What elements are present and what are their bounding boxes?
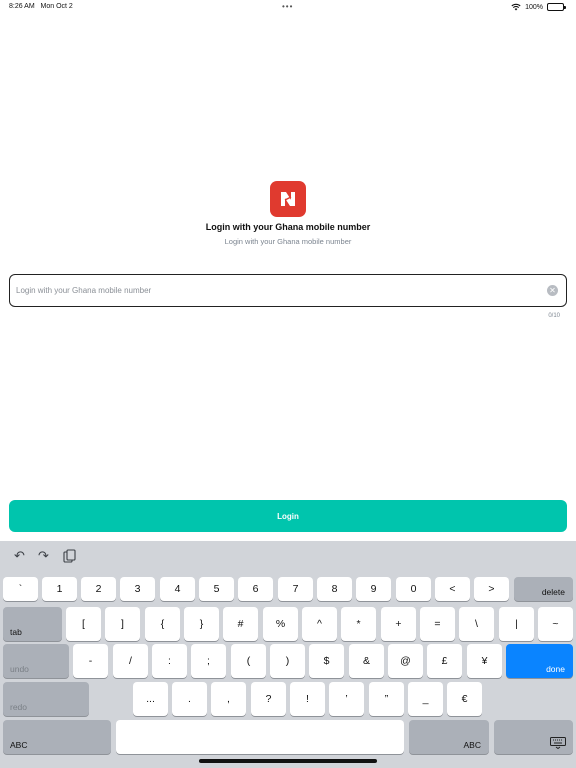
delete-key[interactable]: delete <box>514 577 573 601</box>
key-ampersand[interactable]: & <box>349 644 384 678</box>
key-0[interactable]: 0 <box>396 577 431 601</box>
multitasking-dots[interactable]: ••• <box>282 2 293 11</box>
key-3[interactable]: 3 <box>120 577 155 601</box>
battery-icon <box>547 3 566 11</box>
space-bar[interactable] <box>116 720 404 754</box>
status-bar: 8:26 AM Mon Oct 2 ••• 100% <box>0 0 576 16</box>
key-exclamation[interactable]: ! <box>290 682 325 716</box>
status-date: Mon Oct 2 <box>40 3 73 10</box>
key-hash[interactable]: # <box>223 607 258 641</box>
character-counter: 0/10 <box>548 313 560 319</box>
app-logo <box>270 181 306 217</box>
wifi-icon <box>511 3 521 11</box>
key-question[interactable]: ? <box>251 682 286 716</box>
key-caret[interactable]: ^ <box>302 607 337 641</box>
undo-key[interactable]: undo <box>3 644 69 678</box>
key-asterisk[interactable]: * <box>341 607 376 641</box>
key-colon[interactable]: : <box>152 644 187 678</box>
key-plus[interactable]: + <box>381 607 416 641</box>
key-backslash[interactable]: \ <box>459 607 494 641</box>
key-minus[interactable]: - <box>73 644 108 678</box>
key-6[interactable]: 6 <box>238 577 273 601</box>
key-period[interactable]: . <box>172 682 207 716</box>
abc-key-left[interactable]: ABC <box>3 720 111 754</box>
key-ellipsis[interactable]: ... <box>133 682 168 716</box>
key-tilde[interactable]: ~ <box>538 607 573 641</box>
hide-keyboard-key[interactable] <box>494 720 573 754</box>
phone-number-field[interactable]: ✕ <box>9 274 567 307</box>
status-right: 100% <box>511 3 566 11</box>
key-right-paren[interactable]: ) <box>270 644 305 678</box>
tab-key[interactable]: tab <box>3 607 62 641</box>
key-yen[interactable]: ¥ <box>467 644 502 678</box>
key-euro[interactable]: € <box>447 682 482 716</box>
undo-icon[interactable]: ↶ <box>14 548 25 564</box>
key-pound[interactable]: £ <box>427 644 462 678</box>
key-underscore[interactable]: _ <box>408 682 443 716</box>
login-title: Login with your Ghana mobile number <box>205 222 371 232</box>
key-9[interactable]: 9 <box>356 577 391 601</box>
logo-icon <box>281 192 295 206</box>
done-key[interactable]: done <box>506 644 573 678</box>
phone-number-input[interactable] <box>16 275 536 306</box>
redo-icon[interactable]: ↷ <box>38 548 49 564</box>
key-quote[interactable]: ” <box>369 682 404 716</box>
clipboard-icon[interactable] <box>63 549 76 563</box>
key-at[interactable]: @ <box>388 644 423 678</box>
key-2[interactable]: 2 <box>81 577 116 601</box>
key-slash[interactable]: / <box>113 644 148 678</box>
key-less-than[interactable]: < <box>435 577 470 601</box>
home-indicator[interactable] <box>199 759 377 763</box>
key-dollar[interactable]: $ <box>309 644 344 678</box>
keyboard-toolbar: ↶ ↷ <box>0 541 576 571</box>
key-backtick[interactable]: ` <box>3 577 38 601</box>
key-comma[interactable]: , <box>211 682 246 716</box>
key-5[interactable]: 5 <box>199 577 234 601</box>
status-time: 8:26 AM Mon Oct 2 <box>9 3 73 10</box>
key-left-paren[interactable]: ( <box>231 644 266 678</box>
key-8[interactable]: 8 <box>317 577 352 601</box>
key-left-brace[interactable]: { <box>145 607 180 641</box>
clear-input-icon[interactable]: ✕ <box>547 285 558 296</box>
keyboard-dismiss-icon <box>550 737 566 749</box>
login-subtitle: Login with your Ghana mobile number <box>224 237 352 246</box>
battery-percent: 100% <box>525 3 543 11</box>
redo-key[interactable]: redo <box>3 682 89 716</box>
key-apostrophe[interactable]: ’ <box>329 682 364 716</box>
key-semicolon[interactable]: ; <box>191 644 226 678</box>
key-left-bracket[interactable]: [ <box>66 607 101 641</box>
key-7[interactable]: 7 <box>278 577 313 601</box>
login-button[interactable]: Login <box>9 500 567 532</box>
key-4[interactable]: 4 <box>160 577 195 601</box>
key-right-bracket[interactable]: ] <box>105 607 140 641</box>
key-right-brace[interactable]: } <box>184 607 219 641</box>
key-1[interactable]: 1 <box>42 577 77 601</box>
abc-key-right[interactable]: ABC <box>409 720 489 754</box>
key-percent[interactable]: % <box>263 607 298 641</box>
key-equals[interactable]: = <box>420 607 455 641</box>
key-pipe[interactable]: | <box>499 607 534 641</box>
on-screen-keyboard: ↶ ↷ ` 1 2 3 4 5 6 7 8 9 0 < > delete tab… <box>0 541 576 768</box>
key-greater-than[interactable]: > <box>474 577 509 601</box>
